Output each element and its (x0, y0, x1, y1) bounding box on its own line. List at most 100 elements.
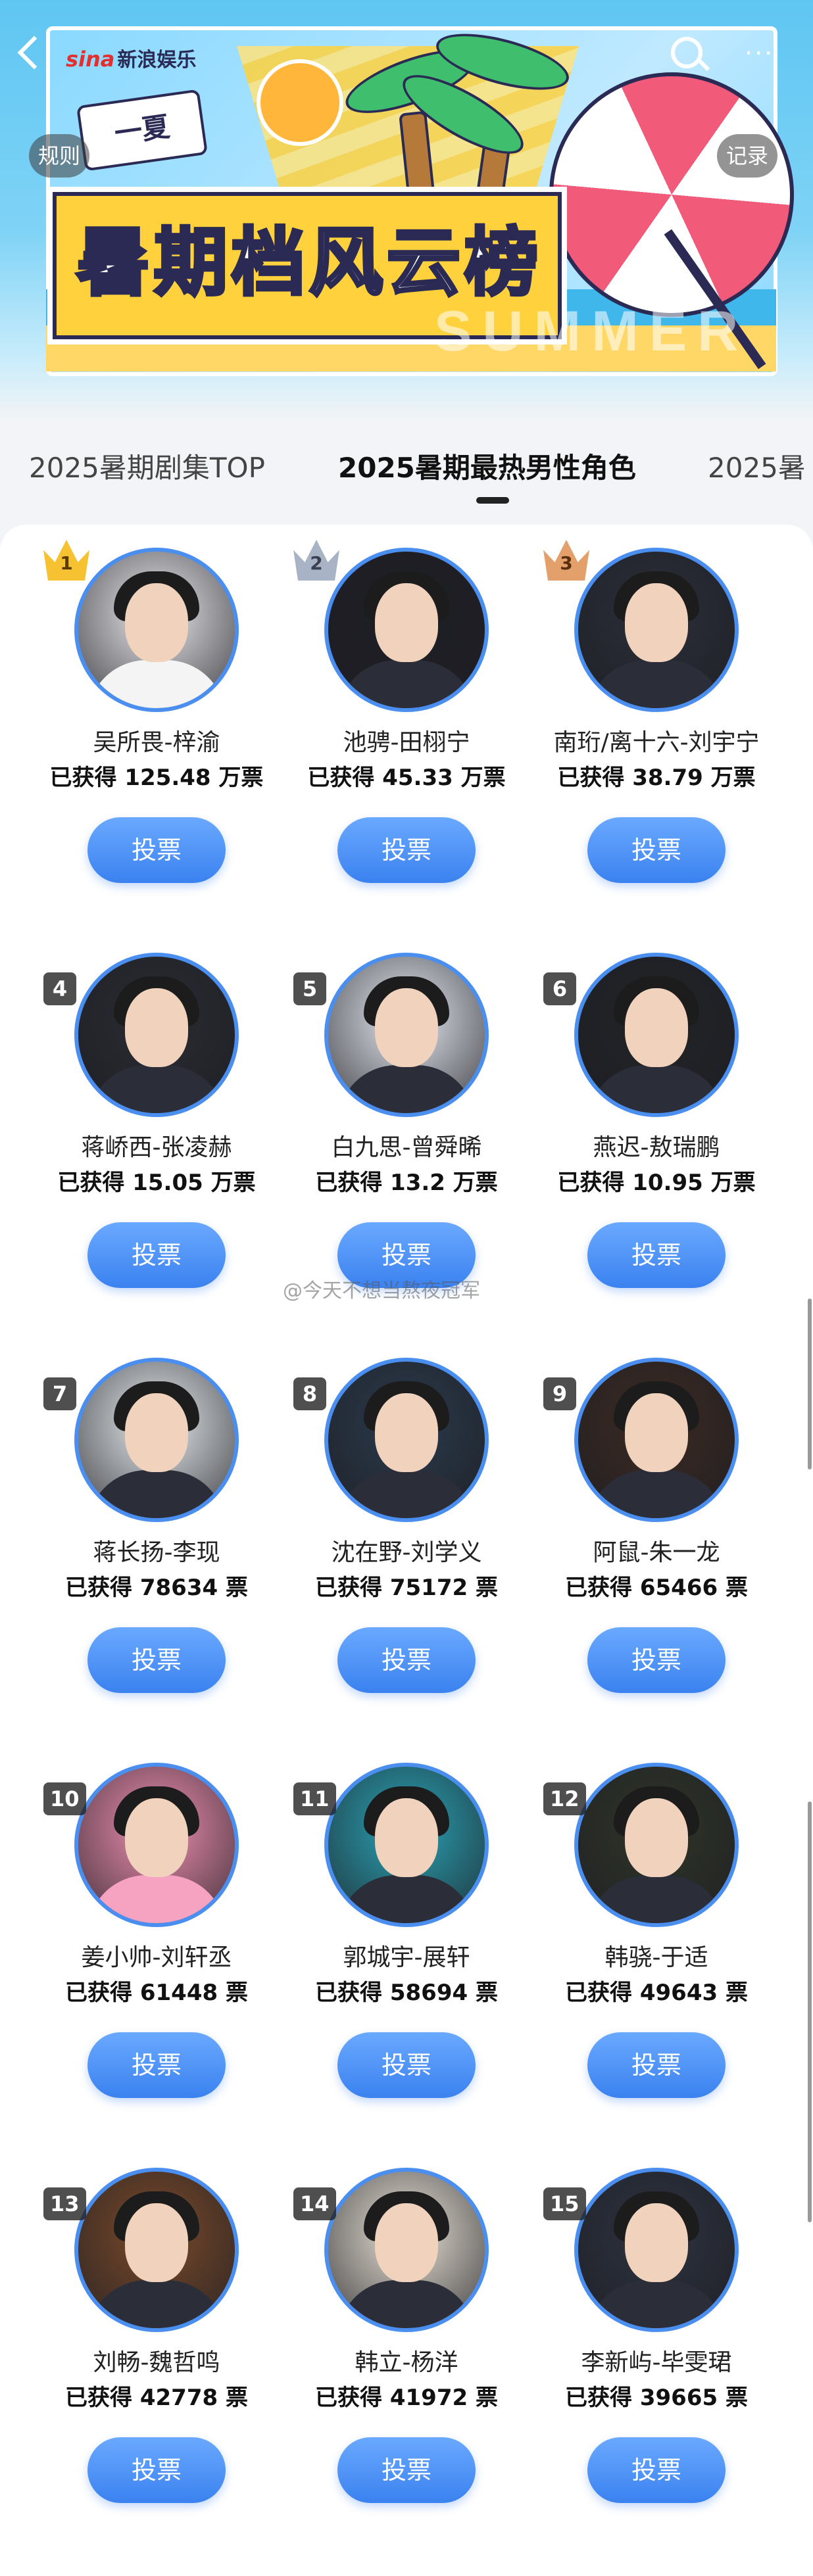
candidate-name: 郭城宇-展轩 (343, 1944, 470, 1971)
candidate-card: 5 白九思-曾舜晞 已获得 13.2 万票 投票 (282, 953, 531, 1288)
avatar-body (587, 2280, 726, 2328)
scrollbar-track-segment[interactable] (808, 1801, 812, 2222)
candidate-card: 3 南珩/离十六-刘宇宁 已获得 38.79 万票 投票 (531, 540, 781, 883)
vote-count: 已获得 10.95 万票 (557, 1170, 756, 1196)
avatar-body (337, 2280, 476, 2328)
candidate-name: 白九思-曾舜晞 (331, 1134, 482, 1161)
candidate-card: 15 李新屿-毕雯珺 已获得 39665 票投票 (531, 2168, 781, 2503)
tab-drama-top[interactable]: 2025暑期剧集TOP (29, 446, 265, 486)
rank-badge: 8 (293, 1377, 326, 1410)
sina-entertainment-logo: sina 新浪娱乐 (66, 39, 196, 79)
summer-watermark-text: SUMMER (434, 300, 749, 363)
vote-button[interactable]: 投票 (587, 2032, 726, 2098)
vote-button[interactable]: 投票 (87, 2437, 226, 2503)
avatar[interactable] (574, 2168, 739, 2332)
avatar-body (587, 1470, 726, 1518)
avatar[interactable] (574, 953, 739, 1117)
avatar-face (375, 2203, 438, 2282)
avatar[interactable] (324, 548, 489, 712)
rank-badge: 11 (293, 1782, 336, 1815)
avatar[interactable] (574, 548, 739, 712)
avatar[interactable] (324, 1763, 489, 1927)
candidate-card: 11 郭城宇-展轩已获得 58694 票投票 (282, 1763, 531, 2098)
candidate-card: 6 燕迟-敖瑞鹏 已获得 10.95 万票 投票 (531, 953, 781, 1288)
rank-badge: 6 (543, 972, 576, 1005)
vote-count: 已获得 58694 票 (315, 1980, 498, 2006)
rank-crown-icon: 2 (293, 540, 339, 581)
vote-button[interactable]: 投票 (337, 1627, 476, 1693)
avatar-face (125, 1393, 188, 1472)
rank-badge: 14 (293, 2187, 336, 2220)
avatar[interactable] (574, 1763, 739, 1927)
candidate-name: 韩立-杨洋 (355, 2349, 458, 2376)
candidate-name: 阿鼠-朱一龙 (593, 1539, 720, 1566)
vote-button[interactable]: 投票 (587, 1222, 726, 1288)
avatar-face (125, 988, 188, 1067)
vote-button[interactable]: 投票 (87, 1222, 226, 1288)
vote-count: 已获得 15.05 万票 (57, 1170, 256, 1196)
tab-more[interactable]: 2025暑 (708, 446, 806, 486)
candidate-name: 姜小帅-刘轩丞 (81, 1944, 232, 1971)
rank-crown-icon: 1 (43, 540, 89, 581)
avatar[interactable] (324, 2168, 489, 2332)
logo-sina: sina (66, 47, 115, 72)
avatar-body (337, 1470, 476, 1518)
vote-count: 已获得 41972 票 (315, 2385, 498, 2411)
rules-button[interactable]: 规则 (29, 134, 90, 178)
record-button[interactable]: 记录 (717, 134, 778, 178)
rank-badge: 10 (43, 1782, 86, 1815)
avatar-body (337, 1875, 476, 1923)
rank-badge: 4 (43, 972, 76, 1005)
avatar[interactable] (324, 1358, 489, 1522)
rank-badge: 13 (43, 2187, 86, 2220)
avatar-face (625, 583, 688, 662)
avatar-body (337, 1065, 476, 1113)
candidate-card: 2 池骋-田栩宁 已获得 45.33 万票 投票 (282, 540, 531, 883)
avatar[interactable] (74, 953, 239, 1117)
vote-count: 已获得 78634 票 (65, 1575, 248, 1601)
vote-count: 已获得 61448 票 (65, 1980, 248, 2006)
vote-count: 已获得 13.2 万票 (315, 1170, 498, 1196)
avatar[interactable] (574, 1358, 739, 1522)
category-tabs: 2025暑期剧集TOP 2025暑期最热男性角色 2025暑 (0, 434, 813, 500)
rank-badge: 15 (543, 2187, 586, 2220)
scrollbar-thumb[interactable] (808, 1299, 812, 1469)
avatar[interactable] (74, 1358, 239, 1522)
vote-button[interactable]: 投票 (587, 1627, 726, 1693)
avatar-face (625, 1393, 688, 1472)
avatar-body (587, 1065, 726, 1113)
vote-button[interactable]: 投票 (337, 817, 476, 883)
candidate-card: 10 姜小帅-刘轩丞 已获得 61448 票投票 (32, 1763, 282, 2098)
avatar-body (587, 1875, 726, 1923)
rank-badge: 7 (43, 1377, 76, 1410)
candidate-name: 李新屿-毕雯珺 (581, 2349, 732, 2376)
vote-button[interactable]: 投票 (587, 817, 726, 883)
avatar[interactable] (74, 548, 239, 712)
vote-button[interactable]: 投票 (87, 2032, 226, 2098)
page-title: 暑期档风云榜 (75, 219, 542, 308)
candidate-name: 沈在野-刘学义 (331, 1539, 482, 1566)
avatar-body (87, 1065, 226, 1113)
avatar-body (87, 1875, 226, 1923)
more-icon[interactable]: ··· (745, 41, 774, 66)
avatar[interactable] (324, 953, 489, 1117)
avatar-face (625, 988, 688, 1067)
tab-hot-male-roles[interactable]: 2025暑期最热男性角色 (338, 446, 636, 486)
avatar-face (125, 583, 188, 662)
vote-button[interactable]: 投票 (587, 2437, 726, 2503)
vote-button[interactable]: 投票 (337, 2437, 476, 2503)
avatar[interactable] (74, 2168, 239, 2332)
avatar[interactable] (74, 1763, 239, 1927)
avatar-body (87, 1470, 226, 1518)
candidate-name: 蒋峤西-张凌赫 (81, 1134, 232, 1161)
sun-icon (257, 59, 343, 146)
vote-count: 已获得 45.33 万票 (307, 765, 506, 791)
vote-button[interactable]: 投票 (337, 2032, 476, 2098)
avatar-body (87, 660, 226, 708)
avatar-face (375, 1798, 438, 1877)
vote-count: 已获得 49643 票 (565, 1980, 748, 2006)
rank-badge: 5 (293, 972, 326, 1005)
vote-button[interactable]: 投票 (87, 1627, 226, 1693)
vote-button[interactable]: 投票 (87, 817, 226, 883)
search-icon[interactable] (671, 37, 702, 68)
